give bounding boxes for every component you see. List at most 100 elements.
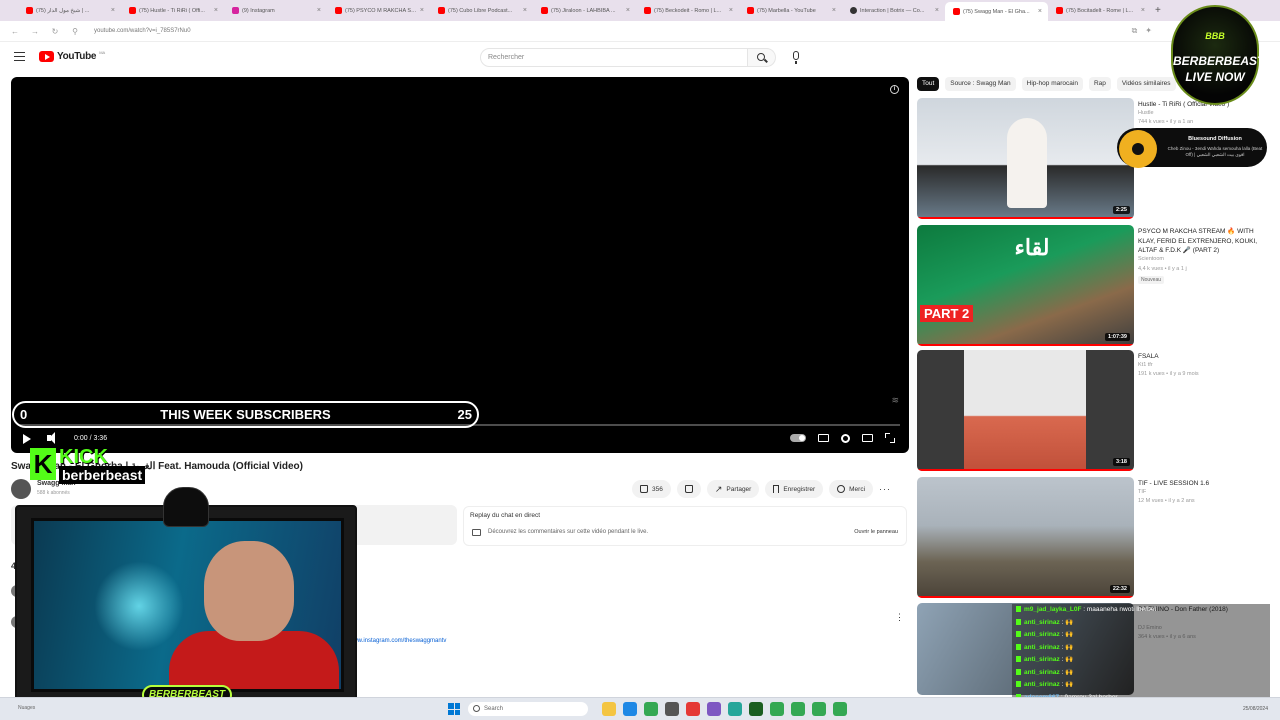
video-thumbnail[interactable]: 22:32 — [917, 477, 1134, 598]
search-button[interactable] — [748, 48, 776, 67]
url-field[interactable]: youtube.com/watch?v=i_785S7rNu0 — [94, 28, 191, 34]
youtube-logo[interactable]: YouTube MA — [39, 50, 105, 62]
info-icon[interactable]: i — [890, 85, 899, 94]
close-tab-icon[interactable]: × — [523, 7, 527, 14]
chrome-icon[interactable] — [644, 702, 658, 716]
extensions-icon[interactable]: ✦ — [1145, 26, 1152, 36]
cast-icon[interactable]: ⧉ — [1132, 26, 1138, 36]
recommendation-title[interactable]: FSALA — [1138, 352, 1266, 362]
reload-icon[interactable]: ↻ — [50, 27, 60, 36]
browser-tab[interactable]: Interaction | Botrix — Co... × — [842, 2, 945, 19]
recommendation-card[interactable]: لقاء PART 2 1:07:39 PSYCO M RAKCHA STREA… — [917, 225, 1267, 346]
edge-icon[interactable] — [623, 702, 637, 716]
app-icon[interactable] — [665, 702, 679, 716]
kick-badge-icon — [1016, 606, 1021, 613]
windows-start-icon[interactable] — [448, 703, 460, 715]
like-button[interactable]: 356 — [632, 480, 671, 498]
kick-badge-icon — [1016, 681, 1021, 688]
recommendation-title[interactable]: PSYCO M RAKCHA STREAM 🔥 WITH KLAY, FERID… — [1138, 227, 1266, 256]
weather-widget[interactable]: Nuages — [18, 705, 35, 711]
browser-tab[interactable]: (75) Bocitadelt - Rome | L... × — [1048, 2, 1151, 19]
botrix-favicon-icon — [850, 7, 857, 14]
progress-bar[interactable] — [20, 424, 900, 426]
close-tab-icon[interactable]: × — [832, 7, 836, 14]
recommendation-card[interactable]: 22:32 TIF - LIVE SESSION 1.6 TIF 12 M vu… — [917, 477, 1267, 598]
live-chat-description: Découvrez les commentaires sur cette vid… — [488, 529, 649, 535]
close-tab-icon[interactable]: × — [420, 7, 424, 14]
subtitles-icon[interactable] — [818, 434, 829, 442]
chip-all[interactable]: Tout — [917, 77, 940, 91]
open-chat-panel-button[interactable]: Ouvrir le panneau — [854, 529, 898, 535]
recommendation-title[interactable]: TIF - LIVE SESSION 1.6 — [1138, 479, 1266, 489]
close-tab-icon[interactable]: × — [729, 7, 733, 14]
recommendation-channel[interactable]: Kt1 tfr — [1138, 362, 1153, 368]
like-count: 356 — [652, 485, 663, 493]
theater-mode-icon[interactable] — [862, 434, 873, 442]
browser-tab[interactable]: (75) Hustle - Ti RiRi ( Offi... × — [121, 2, 224, 19]
close-tab-icon[interactable]: × — [935, 7, 939, 14]
now-playing-title: Bluesound Diffusion — [1188, 136, 1242, 142]
chip-similar[interactable]: Vidéos similaires — [1116, 77, 1176, 91]
back-icon[interactable]: ← — [10, 27, 20, 36]
new-tab-icon[interactable]: + — [1155, 5, 1161, 16]
chrome-icon[interactable] — [833, 702, 847, 716]
thanks-button[interactable]: Merci — [829, 480, 874, 498]
obs-icon[interactable] — [707, 702, 721, 716]
recommendation-channel[interactable]: Scientoom — [1138, 256, 1164, 262]
recommendation-card[interactable]: 3:18 FSALA Kt1 tfr 191 k vues • il y a 9… — [917, 350, 1267, 471]
chrome-icon[interactable] — [812, 702, 826, 716]
comment-more-icon[interactable]: ⋮ — [895, 612, 904, 623]
chrome-icon[interactable] — [791, 702, 805, 716]
chip-rap[interactable]: Rap — [1088, 77, 1111, 91]
fullscreen-icon[interactable] — [885, 433, 895, 443]
browser-tab[interactable]: (75) Cubo Libre Podcast... × — [430, 2, 533, 19]
browser-tab[interactable]: (75) Marbella - YouTube × — [739, 2, 842, 19]
recommendation-channel[interactable]: TIF — [1138, 489, 1146, 495]
close-tab-icon[interactable]: × — [317, 7, 321, 14]
app-icon[interactable] — [686, 702, 700, 716]
forward-icon[interactable]: → — [30, 27, 40, 36]
chat-icon — [472, 529, 481, 536]
video-thumbnail[interactable]: لقاء PART 2 1:07:39 — [917, 225, 1134, 346]
browser-tab[interactable]: (75) Swagg Man - El Gha... × — [945, 2, 1048, 21]
browser-tab[interactable]: (75) Beckodeit - Romo | L... × — [636, 2, 739, 19]
channel-avatar[interactable] — [11, 479, 31, 499]
browser-tab-label: (75) Cubo Libre Podcast... — [448, 7, 513, 14]
settings-icon[interactable] — [841, 433, 850, 443]
volume-icon[interactable] — [47, 432, 55, 444]
microphone-icon[interactable] — [793, 51, 799, 64]
chat-username: m9_jad_layka_L0F — [1024, 606, 1082, 613]
chip-moroccan-hiphop[interactable]: Hip-hop marocain — [1021, 77, 1083, 91]
autoplay-toggle[interactable] — [790, 434, 806, 442]
chip-source[interactable]: Source : Swagg Man — [945, 77, 1016, 91]
video-thumbnail[interactable]: 3:18 — [917, 350, 1134, 471]
save-button[interactable]: Enregistrer — [765, 480, 824, 498]
app-icon[interactable] — [728, 702, 742, 716]
video-thumbnail[interactable]: 2:25 — [917, 98, 1134, 219]
browser-tab-label: (9) Instagram — [242, 7, 275, 14]
comment-link[interactable]: www.instagram.com/theswaggmantv — [349, 638, 446, 644]
close-tab-icon[interactable]: × — [1038, 8, 1042, 15]
search-input[interactable]: Rechercher — [480, 48, 748, 67]
play-icon[interactable] — [23, 434, 31, 444]
taskbar-search[interactable]: Search — [468, 702, 588, 716]
share-button[interactable]: ↗ Partager — [706, 480, 760, 498]
chrome-icon[interactable] — [770, 702, 784, 716]
browser-tab[interactable]: (75) شيخ مول الدار | ... × — [18, 2, 121, 19]
dislike-button[interactable] — [676, 480, 701, 498]
close-tab-icon[interactable]: × — [1141, 7, 1145, 14]
more-actions-icon[interactable]: ··· — [879, 484, 891, 494]
browser-tab[interactable]: (75) PSYCO M RAKCHA ST... × — [327, 2, 430, 19]
browser-tab[interactable]: (75) Jiraloon - LAHBIBA ... × — [533, 2, 636, 19]
browser-tab[interactable]: (9) Instagram × — [224, 2, 327, 19]
close-tab-icon[interactable]: × — [214, 7, 218, 14]
menu-icon[interactable] — [14, 52, 25, 61]
recommendation-channel[interactable]: Hustle — [1138, 110, 1154, 116]
close-tab-icon[interactable]: × — [111, 7, 115, 14]
video-player[interactable]: i THIS WEEK SUBSCRIBERS 0 25 ≋ 0:00 / 3:… — [11, 77, 909, 453]
file-explorer-icon[interactable] — [602, 702, 616, 716]
channel-watermark-icon[interactable]: ≋ — [891, 395, 899, 406]
terminal-icon[interactable] — [749, 702, 763, 716]
site-info-icon[interactable]: ⚲ — [70, 27, 80, 36]
close-tab-icon[interactable]: × — [626, 7, 630, 14]
